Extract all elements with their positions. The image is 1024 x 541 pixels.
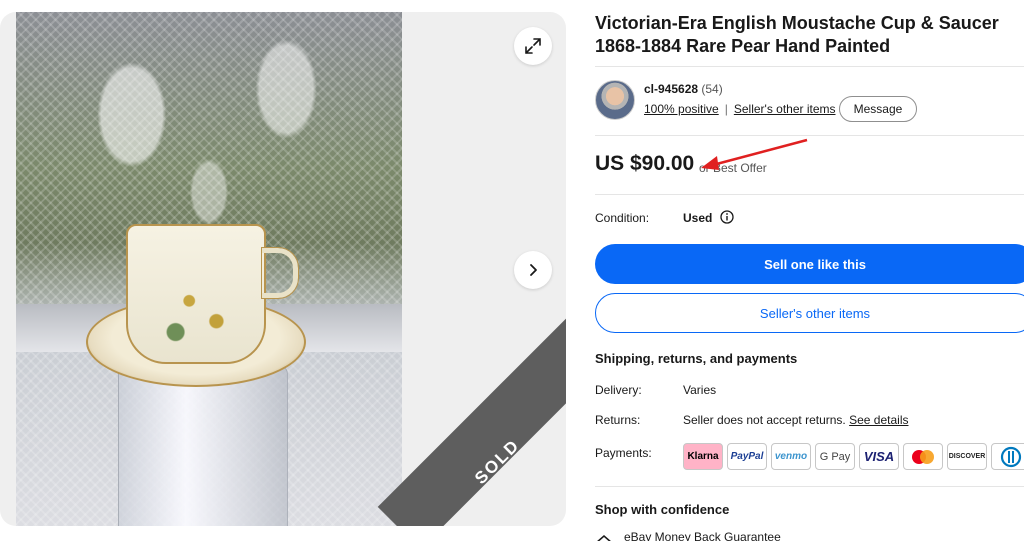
returns-value: Seller does not accept returns. See deta… bbox=[683, 413, 908, 427]
shield-icon bbox=[597, 535, 611, 541]
price: US $90.00 bbox=[595, 152, 695, 175]
delivery-label: Delivery: bbox=[595, 383, 642, 397]
info-icon[interactable] bbox=[720, 210, 734, 224]
separator: | bbox=[724, 102, 728, 116]
photo-cup bbox=[126, 224, 266, 364]
sell-one-like-this-button[interactable]: Sell one like this bbox=[595, 244, 1024, 284]
mastercard-logo bbox=[903, 443, 943, 470]
diners-club-icon bbox=[1000, 446, 1022, 467]
sold-ribbon bbox=[377, 294, 566, 526]
see-details-link[interactable]: See details bbox=[849, 413, 908, 427]
product-photo[interactable] bbox=[16, 12, 402, 526]
shop-confidence-heading: Shop with confidence bbox=[595, 502, 730, 517]
next-image-button[interactable] bbox=[514, 251, 552, 289]
message-button[interactable]: Message bbox=[839, 96, 917, 122]
klarna-logo: Klarna bbox=[683, 443, 723, 470]
payment-logos: Klarna PayPal venmo G Pay VISA DISCOVER bbox=[683, 443, 1024, 470]
image-gallery: SOLD bbox=[0, 12, 566, 526]
seller-username[interactable]: cl-945628 bbox=[644, 82, 698, 96]
annotation-arrow-icon bbox=[701, 138, 808, 170]
divider bbox=[595, 486, 1024, 487]
returns-label: Returns: bbox=[595, 413, 641, 427]
expand-icon bbox=[525, 38, 541, 54]
condition-label: Condition: bbox=[595, 211, 650, 225]
chevron-right-icon bbox=[530, 264, 537, 276]
seller-other-items-link[interactable]: Seller's other items bbox=[734, 102, 836, 116]
photo-cup-handle bbox=[261, 247, 299, 299]
paypal-logo: PayPal bbox=[727, 443, 767, 470]
divider bbox=[595, 194, 1024, 195]
divider bbox=[595, 66, 1024, 67]
diners-club-logo bbox=[991, 443, 1024, 470]
google-pay-logo: G Pay bbox=[815, 443, 855, 470]
payments-label: Payments: bbox=[595, 446, 652, 460]
seller-name[interactable]: cl-945628 (54) bbox=[644, 82, 723, 96]
visa-logo: VISA bbox=[859, 443, 899, 470]
delivery-value: Varies bbox=[683, 383, 717, 397]
listing-title: Victorian-Era English Moustache Cup & Sa… bbox=[595, 13, 999, 56]
expand-image-button[interactable] bbox=[514, 27, 552, 65]
seller-avatar[interactable] bbox=[595, 80, 635, 120]
mastercard-icon bbox=[912, 449, 934, 464]
guarantee-text: eBay Money Back Guarantee bbox=[624, 530, 781, 541]
seller-card: cl-945628 (54) 100% positive | Seller's … bbox=[595, 80, 1024, 126]
seller-feedback-link[interactable]: 100% positive bbox=[644, 102, 719, 116]
seller-links: 100% positive | Seller's other items bbox=[644, 102, 836, 116]
venmo-logo: venmo bbox=[771, 443, 811, 470]
sellers-other-items-button[interactable]: Seller's other items bbox=[595, 293, 1024, 333]
discover-logo: DISCOVER bbox=[947, 443, 987, 470]
shipping-heading: Shipping, returns, and payments bbox=[595, 351, 798, 366]
condition-value: Used bbox=[683, 211, 713, 225]
seller-feedback-count: (54) bbox=[701, 82, 723, 96]
returns-text: Seller does not accept returns. bbox=[683, 413, 846, 427]
